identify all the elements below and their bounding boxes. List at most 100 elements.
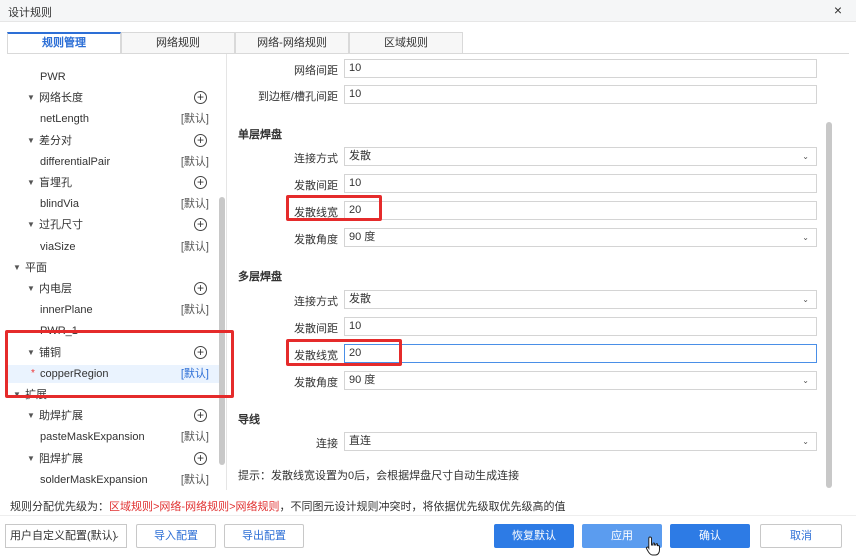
multi-spoke-width-input[interactable]: 20 (344, 344, 817, 363)
tree-item[interactable]: * copperRegion [默认] (7, 364, 219, 383)
form-row-single-spoke-angle: 发散角度 (228, 228, 338, 248)
tree-item[interactable]: PWR_1 (7, 322, 219, 340)
add-circle-icon[interactable]: + (194, 345, 207, 359)
default-tag: [默认] (180, 473, 209, 486)
tree-item-label: blindVia (40, 198, 79, 211)
tree-item[interactable]: innerPlane [默认] (7, 301, 219, 319)
priority-note: 规则分配优先级为：区域规则>网络-网络规则>网络规则，不同图元设计规则冲突时，将… (10, 498, 566, 514)
caret-down-icon[interactable]: ▼ (27, 407, 35, 425)
tree-item-label: differentialPair (40, 155, 111, 168)
tree-item[interactable]: netLength [默认] (7, 110, 219, 128)
tree-item-label: PWR (40, 71, 66, 83)
caret-down-icon[interactable]: ▼ (27, 89, 35, 107)
net-spacing-input[interactable]: 10 (344, 59, 817, 78)
chevron-down-icon: ⌄ (802, 233, 809, 242)
multi-spoke-angle-select[interactable]: 90 度 ⌄ (344, 371, 817, 390)
single-spoke-width-input[interactable]: 20 (344, 201, 817, 220)
caret-down-icon[interactable]: ▼ (27, 216, 35, 234)
tab-net-net-rules[interactable]: 网络-网络规则 (235, 32, 349, 54)
rule-tree: PWR ▼ 网络长度 + netLength [默认] ▼ 差分对 + differentialP… (7, 54, 225, 490)
tree-item[interactable]: ▼ 网络长度 + (7, 89, 219, 107)
cancel-button[interactable]: 取消 (760, 524, 842, 548)
add-circle-icon[interactable]: + (194, 91, 207, 105)
section-multi-layer-pad: 多层焊盘 (238, 271, 282, 283)
default-tag: [默认] (180, 240, 209, 253)
single-spoke-spacing-input[interactable]: 10 (344, 174, 817, 193)
tree-item[interactable]: ▼ 助焊扩展 + (7, 407, 219, 425)
multi-spoke-spacing-input[interactable]: 10 (344, 317, 817, 336)
caret-down-icon[interactable]: ▼ (27, 174, 35, 192)
rule-form: 网络间距 10 到边框/槽孔间距 10 单层焊盘 连接方式 发散 ⌄ 发散间距 … (228, 54, 836, 490)
chevron-down-icon: ⌄ (802, 376, 809, 385)
tree-item-label: innerPlane (40, 304, 93, 317)
tree-item-label: solderMaskExpansion (40, 473, 148, 486)
tree-item[interactable]: solderMaskExpansion [默认] (7, 471, 219, 489)
multi-connect-select[interactable]: 发散 ⌄ (344, 290, 817, 309)
tab-net-rules[interactable]: 网络规则 (121, 32, 235, 54)
tree-item[interactable]: viaSize [默认] (7, 238, 219, 256)
field-label: 连接 (316, 438, 338, 450)
caret-down-icon[interactable]: ▼ (27, 280, 35, 298)
config-select[interactable]: 用户自定义配置(默认) ⌄ (5, 524, 127, 548)
field-label: 发散角度 (294, 377, 338, 389)
default-tag: [默认] (180, 304, 209, 317)
single-connect-select[interactable]: 发散 ⌄ (344, 147, 817, 166)
tree-item[interactable]: ▼ 铺铜 + (7, 344, 219, 362)
field-label: 发散角度 (294, 234, 338, 246)
caret-down-icon[interactable]: ▼ (13, 259, 21, 277)
caret-down-icon[interactable]: ▼ (27, 450, 35, 468)
single-spoke-angle-select[interactable]: 90 度 ⌄ (344, 228, 817, 247)
wire-connect-select[interactable]: 直连 ⌄ (344, 432, 817, 451)
tab-rule-management[interactable]: 规则管理 (7, 32, 121, 54)
field-label: 发散线宽 (294, 207, 338, 219)
add-circle-icon[interactable]: + (194, 409, 207, 423)
tree-item[interactable]: blindVia [默认] (7, 195, 219, 213)
caret-down-icon[interactable]: ▼ (27, 132, 35, 150)
tree-item[interactable]: ▼ 扩展 (7, 386, 219, 404)
close-icon[interactable]: × (834, 2, 842, 18)
tree-item[interactable]: ▼ 差分对 + (7, 132, 219, 150)
add-circle-icon[interactable]: + (194, 218, 207, 232)
tree-item[interactable]: ▼ 平面 (7, 259, 219, 277)
default-tag: [默认] (180, 113, 209, 126)
footer-divider (0, 515, 856, 516)
tab-region-rules[interactable]: 区域规则 (349, 32, 463, 54)
tree-item[interactable]: ▼ 过孔尺寸 + (7, 216, 219, 234)
field-label: 网络间距 (294, 65, 338, 77)
tree-item[interactable]: ▼ 盲埋孔 + (7, 174, 219, 192)
ok-button[interactable]: 确认 (670, 524, 750, 548)
tree-item[interactable]: ▼ 内电层 + (7, 280, 219, 298)
border-spacing-input[interactable]: 10 (344, 85, 817, 104)
add-circle-icon[interactable]: + (194, 451, 207, 465)
restore-default-button[interactable]: 恢复默认 (494, 524, 574, 548)
add-circle-icon[interactable]: + (194, 133, 207, 147)
form-row-multi-spoke-spacing: 发散间距 (228, 317, 338, 337)
default-tag: [默认] (180, 431, 209, 444)
default-tag: [默认] (180, 198, 209, 211)
select-value: 发散 (349, 293, 371, 305)
tree-item-label: 扩展 (25, 389, 47, 401)
tree-item-label: 阻焊扩展 (39, 452, 83, 465)
tree-item-label: viaSize (40, 240, 76, 253)
section-wire: 导线 (238, 414, 260, 426)
form-row-single-connect: 连接方式 (228, 147, 338, 167)
field-label: 连接方式 (294, 296, 338, 308)
add-circle-icon[interactable]: + (194, 282, 207, 295)
tree-item[interactable]: ▼ 阻焊扩展 + (7, 450, 219, 468)
caret-down-icon[interactable]: ▼ (27, 344, 35, 362)
import-config-button[interactable]: 导入配置 (136, 524, 216, 548)
add-circle-icon[interactable]: + (194, 176, 207, 189)
tree-item[interactable]: PWR (7, 68, 219, 86)
form-row-net-spacing: 网络间距 (228, 59, 338, 79)
form-scrollbar[interactable] (826, 122, 832, 488)
tree-item[interactable]: differentialPair [默认] (7, 153, 219, 171)
tree-item[interactable]: pasteMaskExpansion [默认] (7, 428, 219, 446)
tree-item-label: 平面 (25, 261, 47, 274)
export-config-button[interactable]: 导出配置 (224, 524, 304, 548)
field-label: 发散间距 (294, 180, 338, 192)
panel-divider (226, 54, 227, 490)
tree-scrollbar[interactable] (219, 197, 225, 465)
caret-down-icon[interactable]: ▼ (13, 386, 21, 404)
select-value: 直连 (349, 435, 371, 447)
form-row-border-spacing: 到边框/槽孔间距 (228, 85, 338, 105)
